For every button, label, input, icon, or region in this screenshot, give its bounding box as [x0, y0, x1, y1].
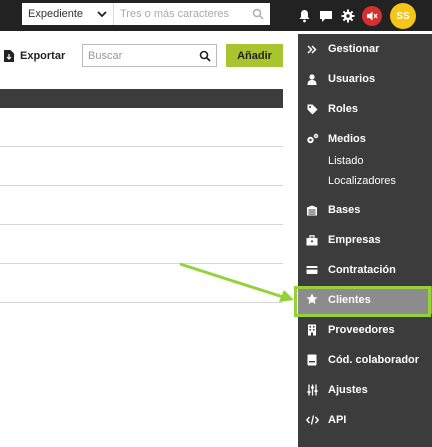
id-book-icon — [305, 353, 319, 367]
menu-item-cod-colaborador[interactable]: Cód. colaborador — [298, 347, 432, 373]
speaker-mute-icon[interactable] — [362, 6, 382, 26]
table-header — [0, 89, 283, 108]
table-row[interactable] — [0, 186, 283, 225]
search-icon[interactable] — [252, 8, 264, 20]
chevron-down-icon — [97, 11, 107, 18]
chat-icon[interactable] — [318, 8, 334, 24]
building-icon — [305, 323, 319, 337]
menu-item-bases[interactable]: Bases — [298, 197, 432, 223]
search-input[interactable] — [114, 3, 270, 25]
export-button[interactable]: Exportar — [4, 46, 65, 66]
search-icon[interactable] — [199, 50, 211, 62]
bell-icon[interactable] — [296, 8, 312, 24]
sliders-icon — [305, 383, 319, 397]
file-export-icon — [4, 50, 14, 62]
credit-card-icon — [305, 263, 319, 277]
gear-icon[interactable] — [340, 8, 356, 24]
export-label: Exportar — [20, 50, 66, 62]
top-bar: Expediente SS — [0, 0, 432, 31]
gears-icon — [305, 132, 319, 146]
add-button[interactable]: Añadir — [226, 44, 283, 67]
menu-item-gestionar[interactable]: Gestionar — [298, 36, 432, 62]
filter-input[interactable] — [83, 45, 193, 66]
table-row[interactable] — [0, 108, 283, 147]
menu-item-contratacion[interactable]: Contratación — [298, 257, 432, 283]
top-icons — [296, 6, 388, 26]
menu-item-clientes[interactable]: Clientes — [298, 286, 432, 314]
search-type-value: Expediente — [28, 8, 84, 20]
table-row[interactable] — [0, 264, 283, 303]
submenu-item-localizadores[interactable]: Localizadores — [328, 175, 396, 187]
menu-item-roles[interactable]: Roles — [298, 96, 432, 122]
admin-dropdown-menu: Gestionar Usuarios Roles Medios Listado … — [298, 34, 432, 447]
menu-item-medios[interactable]: Medios — [298, 126, 432, 152]
menu-item-ajustes[interactable]: Ajustes — [298, 377, 432, 403]
table-row[interactable] — [0, 225, 283, 264]
menu-item-usuarios[interactable]: Usuarios — [298, 66, 432, 92]
tag-icon — [305, 102, 319, 116]
table-row[interactable] — [0, 147, 283, 186]
star-icon — [305, 292, 319, 306]
menu-item-api[interactable]: API — [298, 407, 432, 433]
double-chevron-right-icon — [305, 42, 319, 56]
briefcase-icon — [305, 233, 319, 247]
avatar[interactable]: SS — [390, 3, 416, 29]
code-icon — [305, 413, 319, 427]
search-field-wrap — [114, 3, 270, 25]
filter-box — [82, 44, 217, 67]
archive-icon — [305, 203, 319, 217]
menu-item-proveedores[interactable]: Proveedores — [298, 317, 432, 343]
menu-item-empresas[interactable]: Empresas — [298, 227, 432, 253]
global-search: Expediente — [22, 3, 270, 25]
submenu-item-listado[interactable]: Listado — [328, 155, 363, 167]
search-type-select[interactable]: Expediente — [22, 3, 114, 25]
user-icon — [305, 72, 319, 86]
